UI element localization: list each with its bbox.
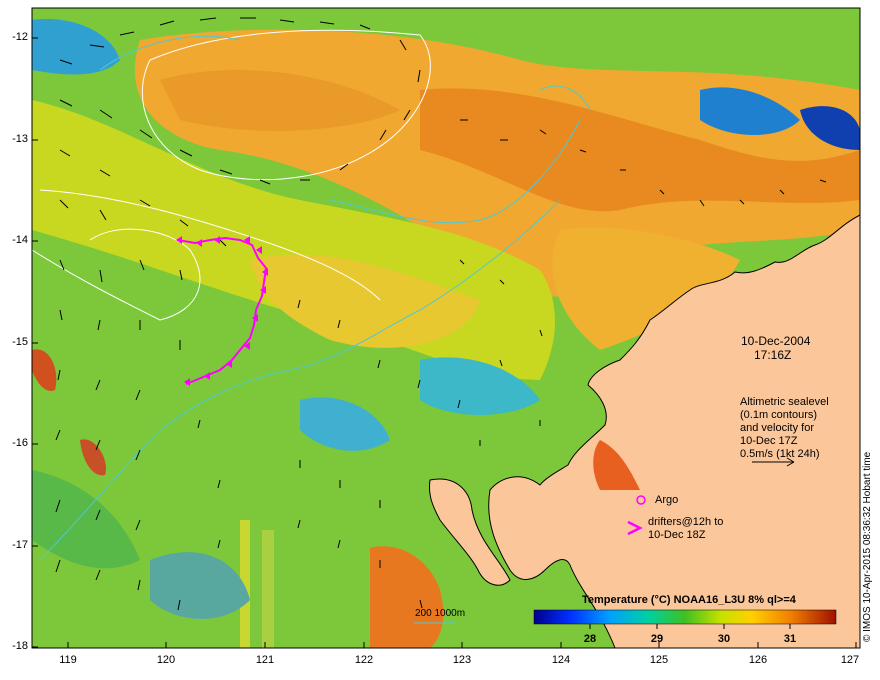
lat-tick-label: -13 bbox=[12, 133, 28, 145]
drifters-label-line: drifters@12h to bbox=[648, 516, 724, 528]
lon-tick-label: 123 bbox=[452, 654, 472, 666]
time-label: 17:16Z bbox=[754, 348, 792, 362]
argo-label: Argo bbox=[655, 494, 679, 506]
lon-tick-label: 126 bbox=[748, 654, 768, 666]
lon-tick-label: 119 bbox=[59, 654, 77, 666]
lat-tick-label: -18 bbox=[12, 640, 28, 652]
lon-tick-label: 122 bbox=[354, 654, 374, 666]
colorbar-tick-label: 30 bbox=[717, 633, 731, 645]
depth-legend-label: 200 1000m bbox=[415, 608, 466, 619]
altimetry-note-line: 0.5m/s (1kt 24h) bbox=[740, 448, 820, 460]
altimetry-note-line: Altimetric sealevel bbox=[740, 396, 829, 408]
colorbar-tick-label: 28 bbox=[583, 633, 597, 645]
altimetry-note-line: 10-Dec 17Z bbox=[740, 435, 798, 447]
lat-tick-label: -16 bbox=[12, 437, 28, 449]
date-label: 10-Dec-2004 bbox=[741, 334, 811, 348]
lat-tick-label: -14 bbox=[12, 234, 28, 246]
altimetry-note-line: and velocity for bbox=[740, 422, 814, 434]
lon-tick-label: 127 bbox=[840, 654, 860, 666]
lon-tick-label: 124 bbox=[551, 654, 571, 666]
colorbar bbox=[533, 609, 837, 625]
lat-tick-label: -15 bbox=[12, 336, 28, 348]
credit-text: © IMOS 10-Apr-2015 08:36:32 Hobart time bbox=[862, 451, 873, 642]
colorbar-tick-label: 31 bbox=[783, 633, 797, 645]
lon-tick-label: 121 bbox=[255, 654, 275, 666]
lon-tick-label: 125 bbox=[649, 654, 669, 666]
colorbar-title: Temperature (°C) NOAA16_L3U 8% ql>=4 bbox=[582, 594, 796, 606]
drifters-label-line: 10-Dec 18Z bbox=[648, 529, 706, 541]
lon-tick-label: 120 bbox=[156, 654, 176, 666]
altimetry-note-line: (0.1m contours) bbox=[740, 409, 818, 421]
colorbar-tick-label: 29 bbox=[650, 633, 664, 645]
lat-tick-label: -12 bbox=[12, 31, 28, 43]
lat-tick-label: -17 bbox=[12, 539, 28, 551]
